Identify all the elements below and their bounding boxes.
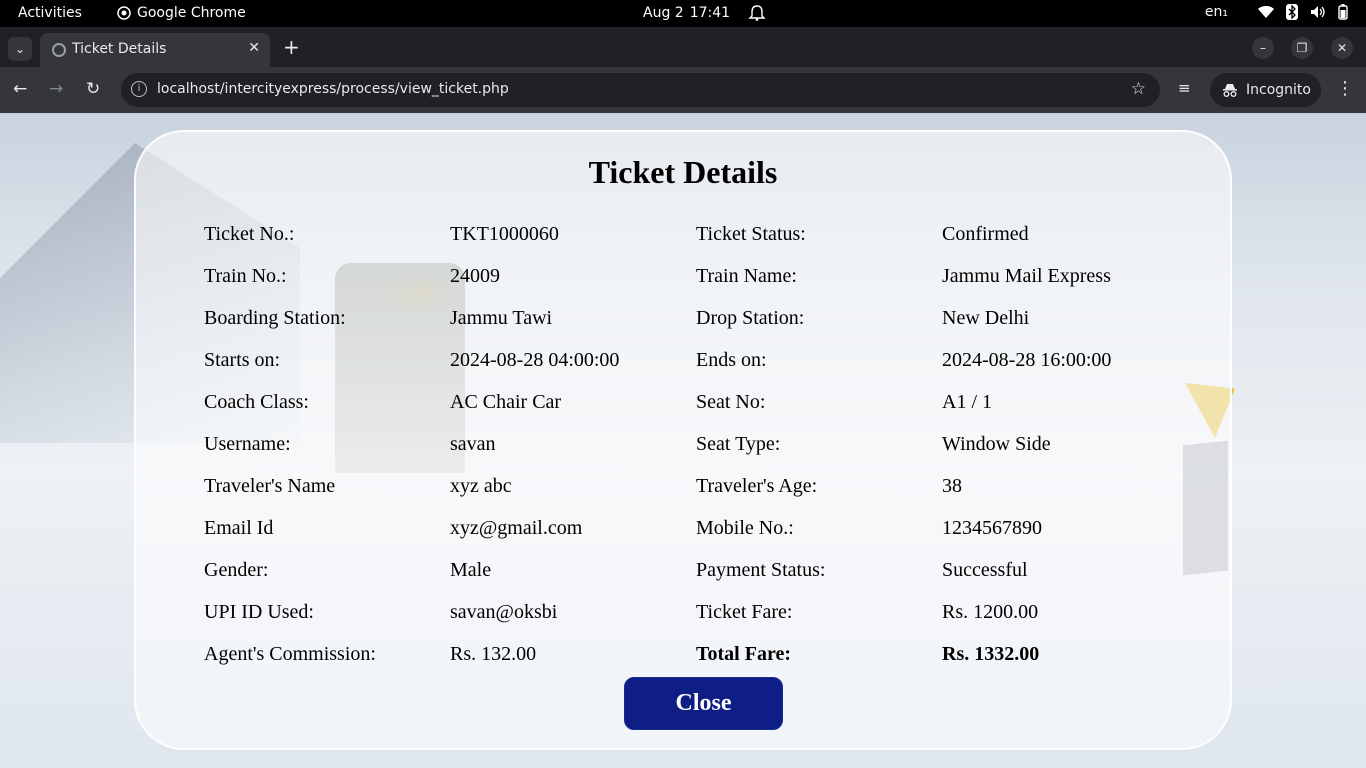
detail-label: Coach Class: — [204, 391, 309, 413]
tab-search-button[interactable]: ⌄ — [8, 37, 32, 61]
globe-icon — [52, 43, 66, 57]
detail-value: Male — [450, 559, 492, 581]
detail-value: xyz abc — [450, 475, 512, 497]
chrome-icon — [117, 6, 131, 20]
close-button[interactable]: Close — [624, 677, 783, 730]
clock-date: Aug 2 — [643, 5, 684, 21]
minimize-button[interactable]: – — [1252, 37, 1274, 59]
browser-toolbar: ← → ↻ i localhost/intercityexpress/proce… — [0, 67, 1366, 113]
restore-icon: ❐ — [1296, 41, 1308, 55]
clock-time: 17:41 — [689, 5, 731, 21]
app-menu[interactable]: Google Chrome — [117, 5, 246, 21]
bluetooth-icon — [1286, 4, 1298, 20]
incognito-icon — [1223, 84, 1237, 97]
detail-label: Ticket Fare: — [696, 601, 793, 623]
detail-value: A1 / 1 — [942, 391, 992, 413]
detail-label: Drop Station: — [696, 307, 805, 329]
url-text[interactable]: localhost/intercityexpress/process/view_… — [157, 81, 509, 97]
detail-value: Jammu Mail Express — [942, 265, 1111, 287]
detail-value: savan@oksbi — [450, 601, 558, 623]
tab-strip: ⌄ Ticket Details ✕ + – ❐ ✕ — [0, 27, 1366, 67]
detail-value: Confirmed — [942, 223, 1029, 245]
detail-label: Traveler's Age: — [696, 475, 818, 497]
language-indicator[interactable]: en₁ — [1205, 4, 1228, 20]
detail-value: 2024-08-28 16:00:00 — [942, 349, 1112, 371]
detail-label: Train Name: — [696, 265, 797, 287]
detail-value: savan — [450, 433, 496, 455]
incognito-indicator[interactable]: Incognito — [1210, 73, 1321, 107]
reload-icon[interactable]: ↻ — [86, 79, 100, 99]
back-arrow-icon[interactable]: ← — [13, 79, 27, 99]
chevron-down-icon: ⌄ — [14, 42, 26, 56]
close-tab-icon[interactable]: ✕ — [248, 40, 260, 56]
total-fare-value: Rs. 1332.00 — [942, 643, 1040, 665]
detail-label: Email Id — [204, 517, 274, 539]
media-controls-icon[interactable]: ≡ — [1178, 79, 1191, 97]
detail-label: Starts on: — [204, 349, 281, 371]
forward-arrow-icon[interactable]: → — [49, 79, 63, 99]
detail-label: Payment Status: — [696, 559, 826, 581]
bookmark-star-icon[interactable]: ☆ — [1131, 79, 1146, 99]
detail-label: Seat Type: — [696, 433, 781, 455]
detail-label: Gender: — [204, 559, 269, 581]
detail-label: Ticket Status: — [696, 223, 806, 245]
volume-icon — [1311, 6, 1325, 18]
battery-icon — [1338, 4, 1348, 20]
detail-value: Rs. 132.00 — [450, 643, 537, 665]
detail-label: Train No.: — [204, 265, 287, 287]
detail-value: New Delhi — [942, 307, 1030, 329]
detail-label: UPI ID Used: — [204, 601, 314, 623]
detail-label: Ticket No.: — [204, 223, 295, 245]
detail-value: 1234567890 — [942, 517, 1042, 539]
app-name: Google Chrome — [137, 5, 246, 21]
detail-value: 2024-08-28 04:00:00 — [450, 349, 620, 371]
detail-value: 38 — [942, 475, 962, 497]
detail-value: xyz@gmail.com — [450, 517, 583, 539]
page-title: Ticket Details — [588, 154, 778, 190]
detail-label: Traveler's Name — [204, 475, 336, 497]
maximize-button[interactable]: ❐ — [1291, 37, 1313, 59]
wifi-icon — [1258, 6, 1274, 18]
detail-value: 24009 — [450, 265, 500, 287]
detail-value: Window Side — [942, 433, 1051, 455]
detail-value: Successful — [942, 559, 1028, 581]
minimize-icon: – — [1260, 41, 1266, 55]
detail-value: Jammu Tawi — [450, 307, 553, 329]
tab-ticket-details[interactable]: Ticket Details ✕ — [40, 33, 270, 67]
total-fare-label: Total Fare: — [696, 643, 791, 665]
detail-label: Username: — [204, 433, 291, 455]
bell-icon — [748, 5, 766, 21]
more-menu-icon[interactable]: ⋮ — [1336, 78, 1354, 99]
detail-value: Rs. 1200.00 — [942, 601, 1039, 623]
new-tab-button[interactable]: + — [283, 35, 300, 59]
ticket-details-card: Ticket Details Ticket No.: TKT1000060 Ti… — [134, 130, 1232, 750]
detail-label: Mobile No.: — [696, 517, 794, 539]
close-window-button[interactable]: ✕ — [1331, 37, 1353, 59]
detail-label: Seat No: — [696, 391, 766, 413]
incognito-label: Incognito — [1246, 82, 1311, 98]
system-top-bar: Activities Google Chrome Aug 2 17:41 en₁ — [0, 0, 1366, 27]
tab-title: Ticket Details — [72, 41, 167, 57]
activities-button[interactable]: Activities — [18, 5, 82, 21]
page-viewport: Ticket Details Ticket No.: TKT1000060 Ti… — [0, 113, 1366, 768]
detail-value: AC Chair Car — [450, 391, 562, 413]
detail-value: TKT1000060 — [450, 223, 559, 245]
detail-label: Boarding Station: — [204, 307, 346, 329]
address-bar[interactable]: i localhost/intercityexpress/process/vie… — [121, 73, 1160, 107]
clock[interactable]: Aug 2 17:41 — [643, 5, 766, 21]
system-tray[interactable]: en₁ — [1205, 4, 1348, 20]
detail-label: Agent's Commission: — [204, 643, 376, 665]
site-info-icon[interactable]: i — [131, 81, 147, 97]
detail-label: Ends on: — [696, 349, 767, 371]
close-icon: ✕ — [1336, 41, 1348, 55]
